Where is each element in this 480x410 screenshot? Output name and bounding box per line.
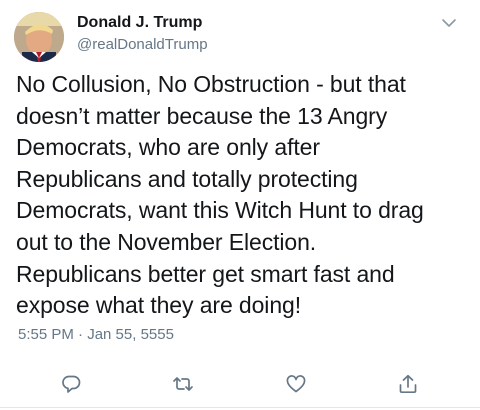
avatar[interactable] xyxy=(14,12,64,62)
display-name[interactable]: Donald J. Trump xyxy=(77,13,208,33)
tweet-text-line: out to the November Election. xyxy=(16,228,317,255)
avatar-photo-icon xyxy=(14,12,64,62)
user-handle[interactable]: @realDonaldTrump xyxy=(77,35,208,55)
tweet-text-line: Democrats, who are only after xyxy=(16,134,320,161)
tweet-text: No Collusion, No Obstruction - but that … xyxy=(16,69,471,322)
retweet-icon[interactable] xyxy=(172,373,194,395)
tweet-text-line: Democrats, want this Witch Hunt to drag xyxy=(16,197,424,224)
tweet-text-line: No Collusion, No Obstruction - but that xyxy=(16,71,406,97)
share-icon[interactable] xyxy=(397,373,419,395)
author-names: Donald J. Trump @realDonaldTrump xyxy=(77,13,208,55)
divider xyxy=(0,356,480,357)
reply-icon[interactable] xyxy=(60,373,82,395)
tweet-header: Donald J. Trump @realDonaldTrump xyxy=(0,0,480,70)
tweet-timestamp[interactable]: 5:55 PM · Jan 55, 5555 xyxy=(18,325,174,345)
tweet-text-line: Republicans and totally protecting xyxy=(16,165,358,192)
tweet-card: Donald J. Trump @realDonaldTrump No Coll… xyxy=(0,0,480,410)
tweet-text-line: Republicans better get smart fast and xyxy=(16,260,395,287)
tweet-text-line: expose what they are doing! xyxy=(16,292,301,319)
bottom-border xyxy=(0,407,480,408)
tweet-text-line: doesn’t matter because the 13 Angry xyxy=(16,102,388,129)
heart-icon[interactable] xyxy=(285,373,307,395)
chevron-down-icon[interactable] xyxy=(440,14,458,32)
